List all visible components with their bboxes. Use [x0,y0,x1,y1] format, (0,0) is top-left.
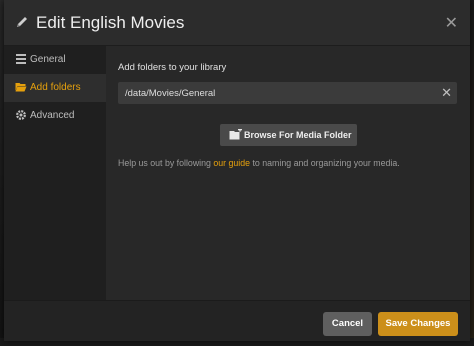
browse-button-label: Browse For Media Folder [244,130,352,140]
browse-media-folder-button[interactable]: Browse For Media Folder [220,124,357,146]
content-panel: Add folders to your library /data/Movies… [106,46,470,300]
folder-path-field[interactable]: /data/Movies/General ✕ [118,82,457,104]
save-changes-button[interactable]: Save Changes [378,312,458,336]
folder-open-icon [15,83,27,92]
sidebar: General Add folders Advanced [4,46,106,300]
modal-footer: Cancel Save Changes [4,300,470,341]
section-label: Add folders to your library [118,62,227,73]
folder-path-value: /data/Movies/General [125,88,216,99]
cancel-button[interactable]: Cancel [323,312,372,336]
gear-icon [16,110,26,120]
remove-folder-button[interactable]: ✕ [441,85,452,101]
sidebar-item-add-folders[interactable]: Add folders [4,74,106,102]
pencil-icon [17,17,27,27]
sidebar-item-label: Advanced [30,110,75,121]
library-icon [16,54,26,64]
sidebar-item-label: General [30,54,66,65]
modal-title: Edit English Movies [36,13,185,32]
add-folder-icon [229,129,242,140]
guide-link[interactable]: our guide [213,158,250,168]
edit-library-modal: Edit English Movies ✕ General Add folder… [4,0,470,341]
sidebar-item-general[interactable]: General [4,46,106,74]
sidebar-item-advanced[interactable]: Advanced [4,102,106,130]
sidebar-item-label: Add folders [30,82,81,93]
close-button[interactable]: ✕ [445,13,458,33]
modal-header: Edit English Movies ✕ [4,0,470,46]
help-text: Help us out by following our guide to na… [118,158,400,168]
